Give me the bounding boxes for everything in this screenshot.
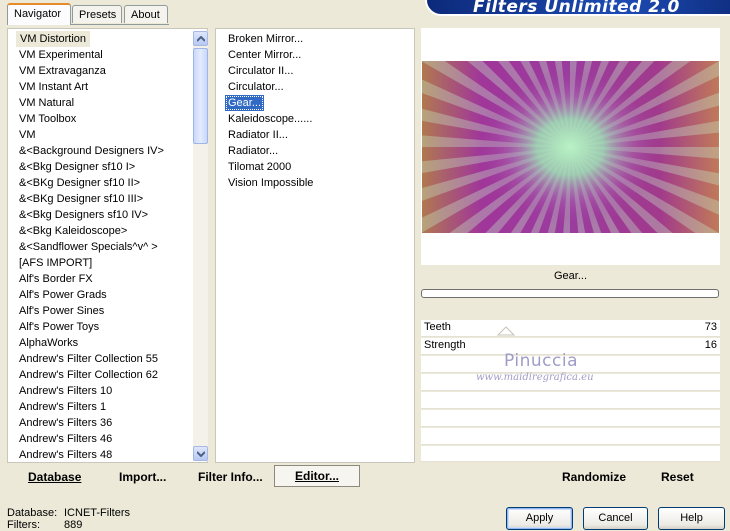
tab-presets[interactable]: Presets <box>72 5 122 23</box>
tab-navigator[interactable]: Navigator <box>7 3 71 25</box>
category-item[interactable]: Andrew's Filters 36 <box>19 415 112 431</box>
category-item[interactable]: VM Experimental <box>19 47 103 63</box>
scroll-down-button[interactable] <box>193 446 208 461</box>
param-value: 16 <box>704 339 717 351</box>
category-item[interactable]: AlphaWorks <box>19 335 78 351</box>
category-item[interactable]: &<Bkg Kaleidoscope> <box>19 223 127 239</box>
category-item[interactable]: &<Sandflower Specials^v^ > <box>19 239 158 255</box>
randomize-button[interactable]: Randomize <box>562 470 626 484</box>
filter-item[interactable]: Vision Impossible <box>228 175 313 191</box>
param-label: Strength <box>424 339 466 351</box>
category-item[interactable]: Alf's Power Sines <box>19 303 104 319</box>
status-database: Database: ICNET-Filters <box>7 507 130 519</box>
category-item[interactable]: VM Instant Art <box>19 79 88 95</box>
category-scrollbar[interactable] <box>193 31 208 461</box>
category-item[interactable]: VM <box>19 127 36 143</box>
category-item[interactable]: VM Toolbox <box>19 111 76 127</box>
tab-navigator-label: Navigator <box>14 8 62 20</box>
param-row-teeth[interactable]: Teeth 73 <box>421 320 720 337</box>
filter-item[interactable]: Center Mirror... <box>228 47 301 63</box>
filter-item[interactable]: Broken Mirror... <box>228 31 303 47</box>
filter-item[interactable]: Kaleidoscope...... <box>228 111 312 127</box>
param-label: Teeth <box>424 321 451 333</box>
app-title: Filters Unlimited 2.0 <box>473 0 680 16</box>
status-database-value: ICNET-Filters <box>64 507 130 519</box>
category-item[interactable]: Andrew's Filter Collection 62 <box>19 367 158 383</box>
chevron-down-icon <box>197 451 205 457</box>
cancel-button[interactable]: Cancel <box>583 507 648 530</box>
category-item[interactable]: Andrew's Filters 46 <box>19 431 112 447</box>
category-item[interactable]: Andrew's Filters 48 <box>19 447 112 462</box>
filter-preview-image <box>422 61 719 233</box>
category-item[interactable]: [AFS IMPORT] <box>19 255 92 271</box>
category-item[interactable]: &<BKg Designer sf10 II> <box>19 175 140 191</box>
category-item[interactable]: Andrew's Filter Collection 55 <box>19 351 158 367</box>
filter-item[interactable]: Tilomat 2000 <box>228 159 291 175</box>
status-filters-value: 889 <box>64 519 83 531</box>
filter-list[interactable]: Broken Mirror... Center Mirror... Circulat… <box>215 28 415 463</box>
scroll-up-button[interactable] <box>193 31 208 46</box>
chevron-up-icon <box>197 36 205 42</box>
category-item[interactable]: Alf's Power Grads <box>19 287 107 303</box>
category-item[interactable]: &<Bkg Designers sf10 IV> <box>19 207 148 223</box>
filter-info-button[interactable]: Filter Info... <box>198 470 263 484</box>
param-row-empty <box>421 446 720 462</box>
category-item[interactable]: &<Background Designers IV> <box>19 143 164 159</box>
filter-item[interactable]: Circulator... <box>228 79 284 95</box>
status-filters-label: Filters: <box>7 519 40 531</box>
category-item[interactable]: VM Distortion <box>16 31 91 47</box>
category-item[interactable]: &<BKg Designer sf10 III> <box>19 191 143 207</box>
category-item[interactable]: &<Bkg Designer sf10 I> <box>19 159 135 175</box>
help-button[interactable]: Help <box>658 507 725 530</box>
progress-bar <box>421 289 719 298</box>
tab-about-label: About <box>131 9 160 21</box>
parameter-panel[interactable]: Teeth 73 Strength 16 <box>421 320 720 462</box>
category-item[interactable]: VM Extravaganza <box>19 63 106 79</box>
watermark-name: Pinuccia <box>504 351 578 371</box>
param-row-empty <box>421 428 720 445</box>
import-button[interactable]: Import... <box>119 470 166 484</box>
gear-preview-graphic <box>422 61 719 233</box>
filter-item[interactable]: Radiator II... <box>228 127 288 143</box>
title-banner: Filters Unlimited 2.0 <box>425 0 730 16</box>
editor-button-label: Editor... <box>294 469 339 483</box>
filter-item[interactable]: Circulator II... <box>228 63 293 79</box>
category-item[interactable]: Alf's Power Toys <box>19 319 99 335</box>
category-item[interactable]: Alf's Border FX <box>19 271 93 287</box>
param-value: 73 <box>704 321 717 333</box>
category-list[interactable]: VM Distortion VM Experimental VM Extravaga… <box>7 28 208 463</box>
param-row-empty <box>421 392 720 409</box>
reset-button[interactable]: Reset <box>661 470 694 484</box>
category-item[interactable]: VM Natural <box>19 95 74 111</box>
editor-button[interactable]: Editor... <box>274 465 360 487</box>
scroll-thumb[interactable] <box>193 48 208 144</box>
database-button[interactable]: Database <box>28 470 81 484</box>
status-filters: Filters: 889 <box>7 519 82 531</box>
apply-button[interactable]: Apply <box>506 507 573 530</box>
slider-pointer-icon[interactable] <box>497 326 515 336</box>
param-row-empty <box>421 410 720 427</box>
filter-item[interactable]: Radiator... <box>228 143 278 159</box>
tab-about[interactable]: About <box>124 5 168 23</box>
watermark-url: www.maidiregrafica.eu <box>476 372 594 383</box>
status-database-label: Database: <box>7 507 58 519</box>
category-item[interactable]: Andrew's Filters 1 <box>19 399 106 415</box>
filter-item[interactable]: Gear... <box>225 95 265 111</box>
category-item[interactable]: Andrew's Filters 10 <box>19 383 112 399</box>
preview-filter-name: Gear... <box>553 270 588 282</box>
tab-presets-label: Presets <box>79 9 117 21</box>
